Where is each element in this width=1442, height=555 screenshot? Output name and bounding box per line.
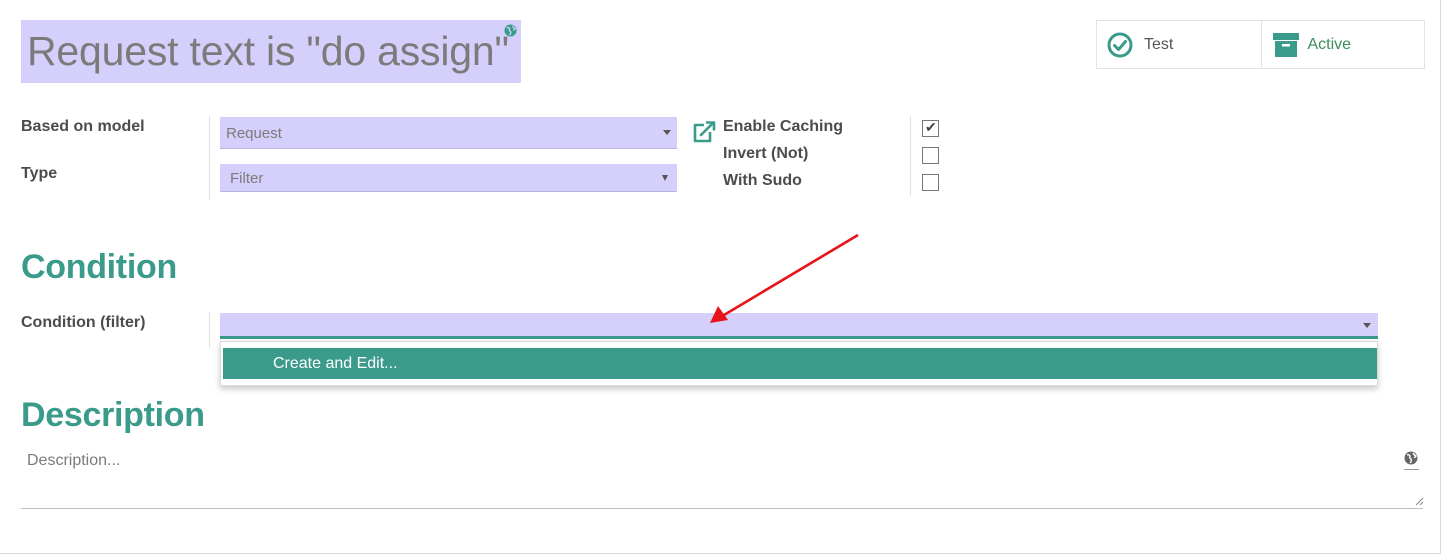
label-separator [209,116,210,200]
type-label: Type [21,165,58,182]
label-separator [910,116,911,196]
title-input[interactable]: Request text is "do assign" [21,20,521,83]
chevron-down-icon[interactable] [1363,323,1371,328]
active-toggle-button[interactable]: Active [1260,21,1425,68]
chevron-down-icon[interactable] [663,130,671,135]
smart-button-box: Test Active [1096,20,1425,69]
form-view: Request text is "do assign" Test Active … [0,0,1441,554]
check-circle-icon [1107,32,1133,58]
with-sudo-label: With Sudo [723,172,802,189]
based-on-model-label: Based on model [21,118,145,135]
enable-caching-checkbox[interactable]: ✔ [922,119,939,137]
external-link-icon[interactable] [691,120,717,144]
autocomplete-dropdown: Create and Edit... [220,341,1378,386]
condition-filter-input[interactable] [220,313,1378,339]
based-on-model-select[interactable]: Request [220,117,677,149]
translate-globe-icon[interactable] [504,24,517,37]
enable-caching-label: Enable Caching [723,118,844,135]
checkmark-icon: ✔ [925,119,937,135]
description-section-title: Description [21,396,205,434]
invert-not-label: Invert (Not) [723,145,809,162]
invert-not-checkbox[interactable] [922,147,939,164]
condition-section-title: Condition [21,248,177,286]
description-placeholder: Description... [27,452,121,469]
create-and-edit-option[interactable]: Create and Edit... [223,348,1377,379]
condition-filter-label: Condition (filter) [21,314,146,331]
resize-handle-icon[interactable] [1415,497,1424,506]
chevron-down-icon[interactable] [662,175,668,181]
description-textarea[interactable]: Description... [21,444,1424,509]
test-button-label: Test [1144,36,1174,53]
type-value: Filter [230,170,264,187]
translate-globe-icon[interactable] [1404,451,1418,465]
based-on-model-value: Request [226,125,282,142]
archive-icon [1272,33,1299,57]
test-button[interactable]: Test [1097,21,1261,68]
translate-underline [1404,469,1419,470]
with-sudo-checkbox[interactable] [922,174,939,191]
page-title: Request text is "do assign" [27,28,509,74]
active-button-label: Active [1307,36,1352,53]
create-and-edit-label: Create and Edit... [273,355,398,372]
type-select[interactable]: Filter [220,164,677,192]
label-separator [209,312,210,348]
